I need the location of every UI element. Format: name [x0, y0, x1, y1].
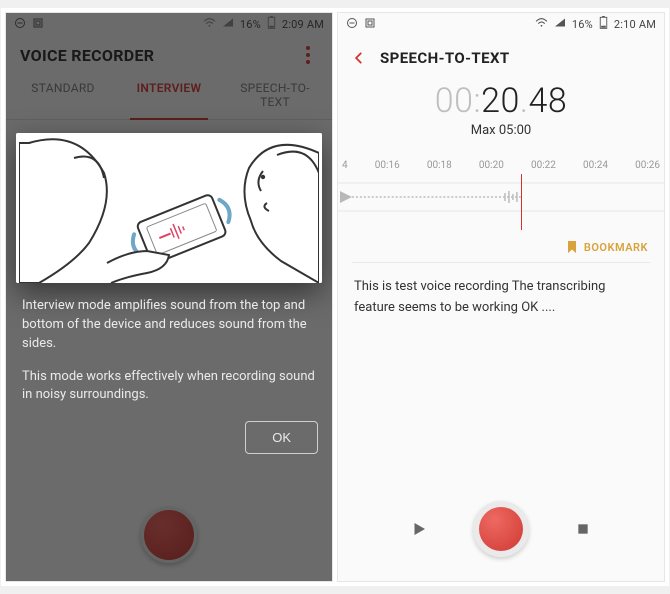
recording-timer: 00:20.48 Max 05:00 — [338, 81, 664, 138]
dialog-paragraph-1: Interview mode amplifies sound from the … — [22, 297, 316, 354]
battery-pct: 16% — [572, 18, 593, 31]
playback-controls — [338, 501, 664, 557]
timer-max: Max 05:00 — [338, 123, 664, 138]
tick-2: 00:18 — [427, 160, 452, 171]
waveform-area[interactable]: 4 00:16 00:18 00:20 00:22 00:24 00:26 — [338, 160, 664, 230]
tick-1: 00:16 — [375, 160, 400, 171]
dialog-body: Interview mode amplifies sound from the … — [6, 283, 332, 411]
tick-6: 00:26 — [635, 160, 660, 171]
bookmark-button[interactable]: BOOKMARK — [338, 230, 664, 262]
screenshot-icon — [364, 17, 376, 32]
bookmark-label: BOOKMARK — [584, 241, 648, 254]
status-time: 2:10 AM — [614, 18, 656, 31]
screen-title: SPEECH-TO-TEXT — [380, 49, 510, 67]
signal-icon — [554, 17, 566, 31]
right-screenshot: 16% 2:10 AM SPEECH-TO-TEXT 00:20.48 Max … — [337, 12, 665, 582]
timer-faint: 00: — [435, 81, 481, 121]
dialog-paragraph-2: This mode works effectively when recordi… — [22, 368, 316, 406]
record-button[interactable] — [473, 501, 529, 557]
screen-header: SPEECH-TO-TEXT — [338, 35, 664, 75]
tick-5: 00:24 — [583, 160, 608, 171]
do-not-disturb-icon — [346, 17, 358, 32]
timer-seconds: 20 — [481, 81, 520, 121]
play-button[interactable] — [409, 519, 429, 539]
wifi-icon — [535, 17, 548, 31]
tick-3: 00:20 — [479, 160, 504, 171]
waveform — [338, 171, 664, 217]
left-screenshot: 16% 2:09 AM VOICE RECORDER STANDARD INTE… — [5, 12, 333, 582]
playhead-indicator — [521, 174, 522, 230]
ok-button[interactable]: OK — [245, 421, 318, 454]
modal-overlay: Interview mode amplifies sound from the … — [6, 13, 332, 581]
battery-icon — [599, 16, 608, 32]
transcript-text: This is test voice recording The transcr… — [338, 263, 664, 333]
status-bar: 16% 2:10 AM — [338, 13, 664, 35]
back-button[interactable] — [352, 49, 366, 67]
timer-frac: 48 — [529, 81, 568, 121]
stop-button[interactable] — [573, 519, 593, 539]
tick-4: 00:22 — [531, 160, 556, 171]
interview-info-dialog — [16, 133, 322, 283]
interview-illustration — [16, 133, 322, 283]
tick-0: 4 — [342, 160, 348, 171]
